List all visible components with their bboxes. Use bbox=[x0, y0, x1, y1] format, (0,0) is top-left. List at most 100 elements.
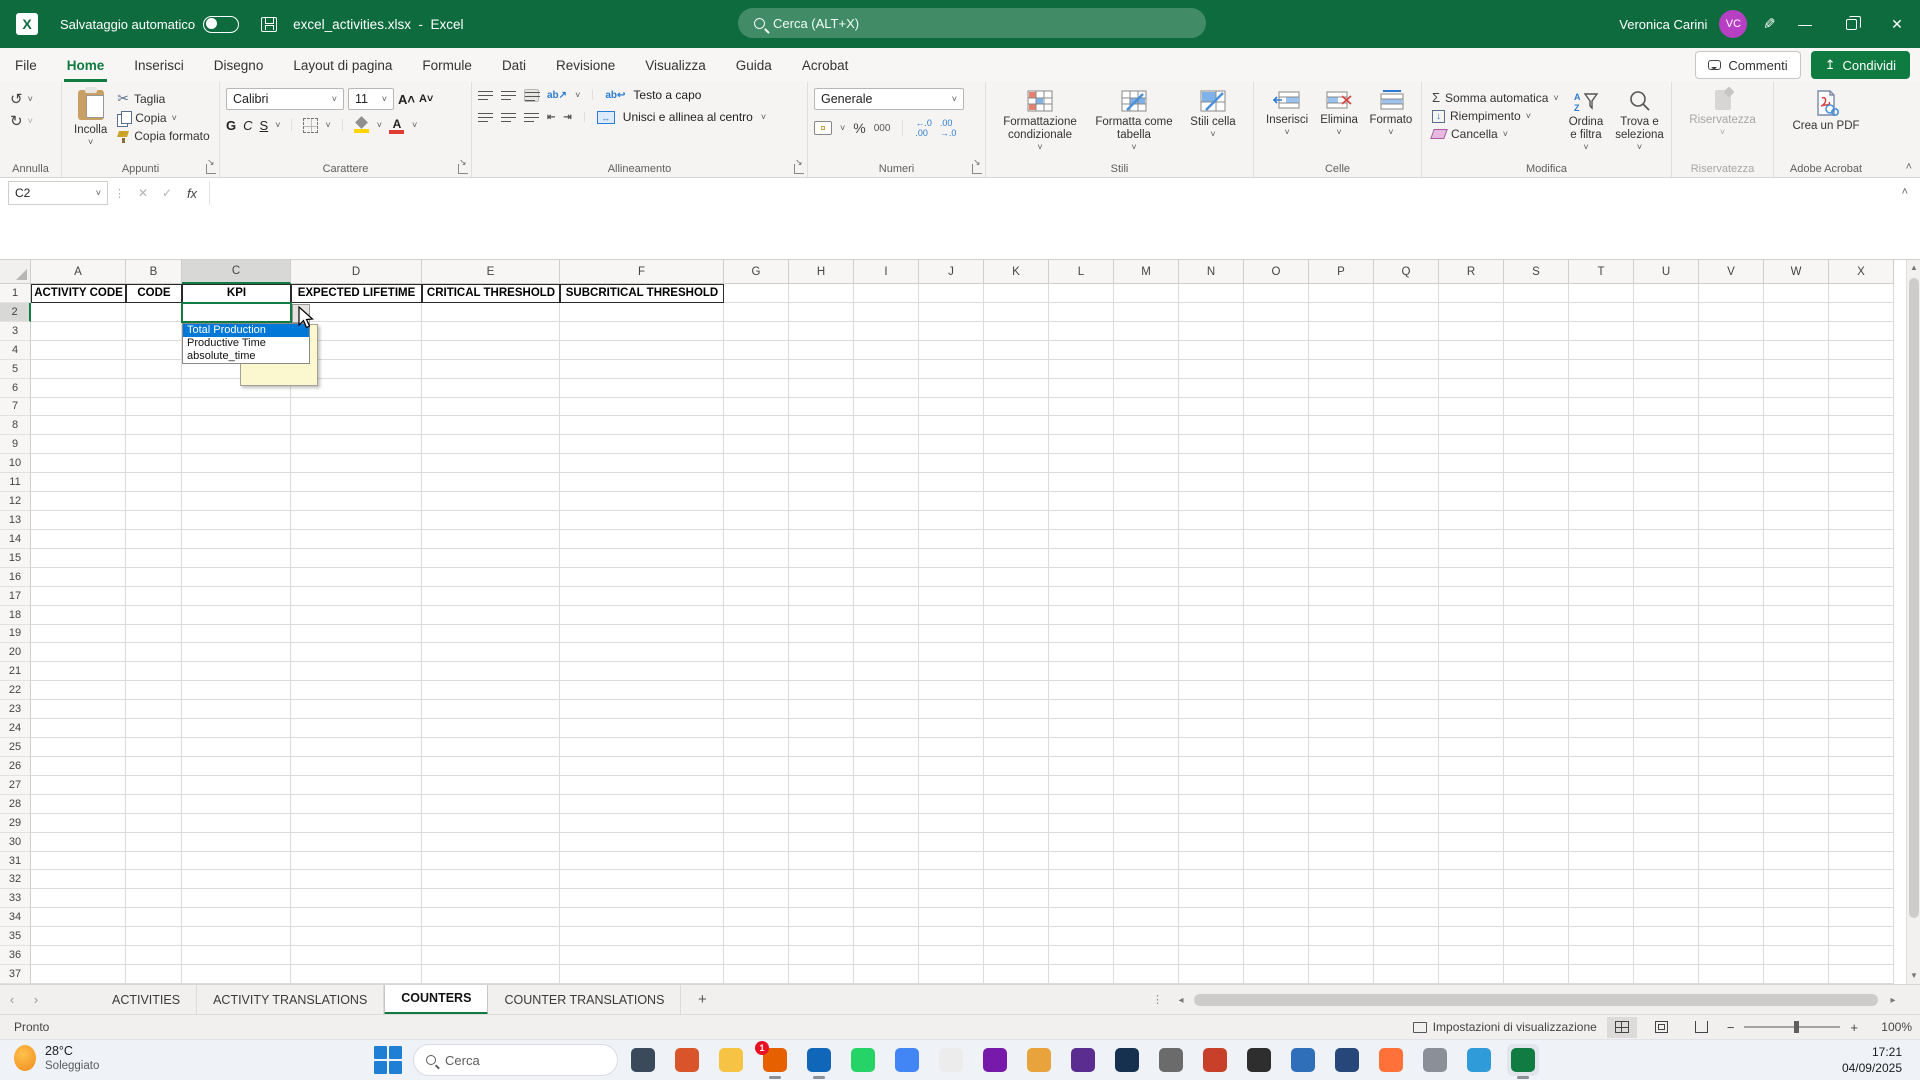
cell-L27[interactable] bbox=[1049, 775, 1114, 795]
cell-E12[interactable] bbox=[422, 492, 560, 512]
cell-Q32[interactable] bbox=[1374, 870, 1439, 890]
cell-I30[interactable] bbox=[854, 832, 919, 852]
cell-B12[interactable] bbox=[126, 492, 182, 512]
cell-L29[interactable] bbox=[1049, 813, 1114, 833]
tab-guida[interactable]: Guida bbox=[721, 48, 787, 82]
cell-C15[interactable] bbox=[182, 548, 291, 568]
start-button[interactable] bbox=[372, 1044, 404, 1076]
cell-W22[interactable] bbox=[1764, 681, 1829, 701]
cell-I14[interactable] bbox=[854, 529, 919, 549]
cell-B16[interactable] bbox=[126, 567, 182, 587]
cell-F14[interactable] bbox=[560, 529, 724, 549]
cell-D30[interactable] bbox=[291, 832, 422, 852]
column-header-Q[interactable]: Q bbox=[1374, 260, 1439, 284]
autosum-button[interactable]: Σ Somma automatica ˅ bbox=[1428, 88, 1563, 107]
cell-K3[interactable] bbox=[984, 321, 1049, 341]
cell-R24[interactable] bbox=[1439, 719, 1504, 739]
cell-D20[interactable] bbox=[291, 643, 422, 663]
cell-T13[interactable] bbox=[1569, 511, 1634, 530]
taskbar-app-settings[interactable] bbox=[1419, 1044, 1451, 1076]
cell-W31[interactable] bbox=[1764, 851, 1829, 871]
cell-N33[interactable] bbox=[1179, 889, 1244, 909]
cell-R12[interactable] bbox=[1439, 492, 1504, 512]
cell-L24[interactable] bbox=[1049, 719, 1114, 739]
row-header-27[interactable]: 27 bbox=[0, 775, 31, 795]
cell-K24[interactable] bbox=[984, 719, 1049, 739]
cell-I20[interactable] bbox=[854, 643, 919, 663]
bold-button[interactable]: G bbox=[226, 118, 236, 133]
cell-U25[interactable] bbox=[1634, 738, 1699, 757]
cell-G22[interactable] bbox=[724, 681, 789, 701]
cell-N23[interactable] bbox=[1179, 700, 1244, 720]
cell-A37[interactable] bbox=[31, 965, 126, 984]
cell-U22[interactable] bbox=[1634, 681, 1699, 701]
cell-Q20[interactable] bbox=[1374, 643, 1439, 663]
cell-M5[interactable] bbox=[1114, 359, 1179, 379]
increase-decimal-icon[interactable]: ←.0.00 bbox=[915, 118, 932, 138]
cell-X10[interactable] bbox=[1829, 454, 1894, 474]
cell-C27[interactable] bbox=[182, 775, 291, 795]
merge-center-button[interactable]: Unisci e allinea al centro bbox=[623, 110, 753, 124]
cell-D33[interactable] bbox=[291, 889, 422, 909]
cell-V35[interactable] bbox=[1699, 927, 1764, 947]
cell-X4[interactable] bbox=[1829, 340, 1894, 360]
taskbar-app-outlook[interactable] bbox=[803, 1044, 835, 1079]
cell-B25[interactable] bbox=[126, 738, 182, 757]
row-header-21[interactable]: 21 bbox=[0, 662, 31, 682]
cell-L22[interactable] bbox=[1049, 681, 1114, 701]
vertical-scrollbar[interactable]: ▲ ▼ bbox=[1906, 260, 1920, 984]
cell-F32[interactable] bbox=[560, 870, 724, 890]
cell-U8[interactable] bbox=[1634, 416, 1699, 436]
cell-F27[interactable] bbox=[560, 775, 724, 795]
cell-S1[interactable] bbox=[1504, 284, 1569, 303]
cell-D35[interactable] bbox=[291, 927, 422, 947]
cell-A6[interactable] bbox=[31, 378, 126, 398]
ink-pen-icon[interactable]: ✎ bbox=[1763, 15, 1776, 33]
cell-Q24[interactable] bbox=[1374, 719, 1439, 739]
cell-A25[interactable] bbox=[31, 738, 126, 757]
cell-S36[interactable] bbox=[1504, 946, 1569, 966]
cell-G5[interactable] bbox=[724, 359, 789, 379]
cell-O21[interactable] bbox=[1244, 662, 1309, 682]
cell-R6[interactable] bbox=[1439, 378, 1504, 398]
cell-T8[interactable] bbox=[1569, 416, 1634, 436]
cell-J28[interactable] bbox=[919, 794, 984, 814]
cell-I4[interactable] bbox=[854, 340, 919, 360]
scrollbar-grip[interactable]: ⋮ bbox=[1152, 993, 1163, 1006]
conditional-formatting-button[interactable]: Formattazione condizionale ˅ bbox=[992, 88, 1088, 161]
cell-N21[interactable] bbox=[1179, 662, 1244, 682]
cell-S24[interactable] bbox=[1504, 719, 1569, 739]
cell-Q19[interactable] bbox=[1374, 624, 1439, 644]
cell-G26[interactable] bbox=[724, 756, 789, 776]
cell-E32[interactable] bbox=[422, 870, 560, 890]
cell-F16[interactable] bbox=[560, 567, 724, 587]
cell-K12[interactable] bbox=[984, 492, 1049, 512]
cell-P16[interactable] bbox=[1309, 567, 1374, 587]
cell-A34[interactable] bbox=[31, 908, 126, 928]
orientation-icon[interactable]: ab↗ bbox=[547, 90, 567, 101]
cell-G8[interactable] bbox=[724, 416, 789, 436]
cell-K1[interactable] bbox=[984, 284, 1049, 303]
cell-N19[interactable] bbox=[1179, 624, 1244, 644]
appunti-dialog-launcher[interactable] bbox=[206, 157, 216, 174]
cell-R14[interactable] bbox=[1439, 529, 1504, 549]
cell-B32[interactable] bbox=[126, 870, 182, 890]
cell-L17[interactable] bbox=[1049, 586, 1114, 606]
cell-Q22[interactable] bbox=[1374, 681, 1439, 701]
row-header-28[interactable]: 28 bbox=[0, 794, 31, 814]
cell-H2[interactable] bbox=[789, 302, 854, 322]
cell-O12[interactable] bbox=[1244, 492, 1309, 512]
cell-W17[interactable] bbox=[1764, 586, 1829, 606]
row-header-8[interactable]: 8 bbox=[0, 416, 31, 436]
cell-H30[interactable] bbox=[789, 832, 854, 852]
cell-P36[interactable] bbox=[1309, 946, 1374, 966]
cell-I18[interactable] bbox=[854, 605, 919, 625]
font-color-icon[interactable]: A bbox=[388, 117, 405, 134]
row-header-33[interactable]: 33 bbox=[0, 889, 31, 909]
cell-W9[interactable] bbox=[1764, 435, 1829, 455]
row-header-22[interactable]: 22 bbox=[0, 681, 31, 701]
cell-W13[interactable] bbox=[1764, 511, 1829, 530]
validation-dropdown-list[interactable]: Total Production Productive Time absolute_… bbox=[182, 323, 310, 364]
cell-H8[interactable] bbox=[789, 416, 854, 436]
cell-M21[interactable] bbox=[1114, 662, 1179, 682]
